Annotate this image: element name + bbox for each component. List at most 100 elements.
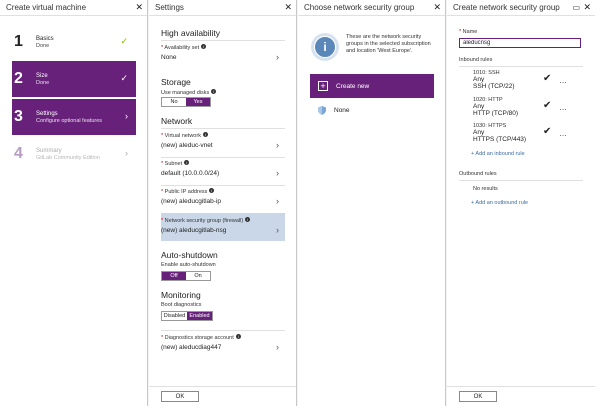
boot-diagnostics-label: Boot diagnostics bbox=[161, 302, 202, 308]
diagnostics-storage-field[interactable]: * Diagnostics storage account i (new) ale… bbox=[161, 334, 285, 358]
close-icon[interactable]: ✕ bbox=[284, 3, 292, 12]
section-storage: Storage bbox=[161, 77, 191, 87]
close-icon[interactable]: ✕ bbox=[135, 3, 143, 12]
step-status: Done bbox=[36, 79, 50, 86]
add-outbound-rule-link[interactable]: + Add an outbound rule bbox=[471, 200, 528, 206]
field-value: (new) aleducdiag447 bbox=[161, 344, 222, 351]
auto-shutdown-toggle[interactable]: Off On bbox=[161, 271, 211, 281]
required-marker: * bbox=[161, 133, 164, 139]
step-size[interactable]: 2 Size Done ✓ bbox=[12, 61, 136, 97]
close-icon[interactable]: ✕ bbox=[583, 3, 591, 12]
create-new-label: Create new bbox=[336, 82, 370, 90]
divider bbox=[459, 66, 583, 67]
footer-bar: OK bbox=[149, 386, 296, 406]
step-settings[interactable]: 3 Settings Configure optional features › bbox=[12, 99, 136, 135]
blade-title: Settings bbox=[155, 3, 184, 12]
more-icon[interactable]: … bbox=[559, 76, 568, 85]
none-option[interactable]: None bbox=[310, 102, 434, 118]
step-number: 4 bbox=[14, 145, 23, 162]
info-icon: i bbox=[202, 132, 208, 137]
availability-set-field[interactable]: * Availability set i None › bbox=[161, 44, 285, 68]
chevron-right-icon: › bbox=[276, 140, 279, 150]
none-label: None bbox=[334, 106, 350, 114]
chevron-right-icon: › bbox=[125, 148, 128, 158]
required-marker: * bbox=[161, 218, 164, 224]
field-label: Subnet bbox=[164, 161, 183, 167]
blade-title: Create virtual machine bbox=[6, 3, 87, 12]
no-results-text: No results bbox=[473, 186, 498, 192]
public-ip-field[interactable]: * Public IP address i (new) aleducgitlab-… bbox=[161, 188, 285, 212]
footer-bar: OK bbox=[447, 386, 595, 406]
create-vm-blade: Create virtual machine ✕ 1 Basics Done ✓… bbox=[0, 0, 148, 406]
step-title: Summary bbox=[36, 147, 62, 154]
subnet-field[interactable]: * Subnet i default (10.0.0.0/24) › bbox=[161, 160, 285, 184]
settings-blade: Settings ✕ High availability * Availabil… bbox=[149, 0, 297, 406]
divider bbox=[161, 157, 285, 158]
section-auto-shutdown: Auto-shutdown bbox=[161, 250, 218, 260]
step-number: 1 bbox=[14, 33, 23, 50]
field-value: None bbox=[161, 54, 177, 61]
field-label: Network security group (firewall) bbox=[164, 218, 244, 224]
ok-button[interactable]: OK bbox=[161, 391, 199, 402]
toggle-yes[interactable]: Yes bbox=[186, 98, 210, 106]
field-value: (new) aleduc-vnet bbox=[161, 142, 213, 149]
maximize-icon[interactable]: ▭ bbox=[572, 3, 580, 12]
chevron-right-icon: › bbox=[276, 225, 279, 235]
blade-title: Choose network security group bbox=[304, 3, 415, 12]
blade-title: Create network security group bbox=[453, 3, 560, 12]
step-status: GitLab Community Edition bbox=[36, 154, 100, 161]
outbound-rules-label: Outbound rules bbox=[459, 171, 497, 177]
blade-header: Choose network security group ✕ bbox=[298, 0, 445, 16]
more-icon[interactable]: … bbox=[559, 129, 568, 138]
label-text: Name bbox=[462, 29, 478, 35]
toggle-off[interactable]: Off bbox=[162, 272, 186, 280]
section-network: Network bbox=[161, 116, 193, 126]
blade-header: Create virtual machine ✕ bbox=[0, 0, 147, 16]
checkmark-icon: ✔ bbox=[543, 126, 552, 137]
add-inbound-rule-link[interactable]: + Add an inbound rule bbox=[471, 151, 525, 157]
step-summary[interactable]: 4 Summary GitLab Community Edition › bbox=[12, 136, 136, 172]
more-icon[interactable]: … bbox=[559, 103, 568, 112]
info-icon: i bbox=[201, 44, 207, 49]
field-label: Availability set bbox=[164, 45, 200, 51]
info-icon: i bbox=[184, 160, 190, 165]
field-value: default (10.0.0.0/24) bbox=[161, 170, 220, 177]
field-value: (new) aleducgitlab-ip bbox=[161, 198, 221, 205]
close-icon[interactable]: ✕ bbox=[433, 3, 441, 12]
chevron-right-icon: › bbox=[276, 52, 279, 62]
step-basics[interactable]: 1 Basics Done ✓ bbox=[12, 24, 136, 60]
info-icon: i bbox=[209, 188, 215, 193]
toggle-on[interactable]: On bbox=[186, 272, 210, 280]
info-icon: i bbox=[211, 89, 217, 94]
step-title: Settings bbox=[36, 110, 58, 117]
boot-diagnostics-toggle[interactable]: Disabled Enabled bbox=[161, 311, 213, 321]
blade-header: Settings ✕ bbox=[149, 0, 296, 16]
nsg-info: i These are the network security groups … bbox=[310, 34, 434, 64]
toggle-disabled[interactable]: Disabled bbox=[162, 312, 187, 320]
field-value: (new) aleducgitlab-nsg bbox=[161, 227, 227, 234]
virtual-network-field[interactable]: * Virtual network i (new) aleduc-vnet › bbox=[161, 132, 285, 156]
create-nsg-blade: Create network security group ▭ ✕ * Name… bbox=[447, 0, 595, 406]
managed-disks-label: Use managed disks i bbox=[161, 89, 217, 96]
nsg-field[interactable]: * Network security group (firewall) i (ne… bbox=[161, 217, 285, 241]
divider bbox=[161, 330, 285, 331]
checkmark-icon: ✔ bbox=[543, 100, 552, 111]
field-label: Public IP address bbox=[164, 189, 208, 195]
create-new-button[interactable]: + Create new bbox=[310, 74, 434, 98]
step-title: Basics bbox=[36, 35, 54, 42]
auto-shutdown-label: Enable auto-shutdown bbox=[161, 262, 216, 268]
name-input[interactable] bbox=[459, 38, 581, 48]
chevron-right-icon: › bbox=[276, 342, 279, 352]
toggle-enabled[interactable]: Enabled bbox=[187, 312, 212, 320]
step-status: Done bbox=[36, 42, 50, 49]
info-icon: i bbox=[245, 217, 251, 222]
info-text: These are the network security groups in… bbox=[346, 34, 431, 54]
field-label: Diagnostics storage account bbox=[164, 335, 234, 341]
divider bbox=[161, 185, 285, 186]
checkmark-icon: ✓ bbox=[120, 36, 128, 46]
managed-disks-toggle[interactable]: No Yes bbox=[161, 97, 211, 107]
ok-button[interactable]: OK bbox=[459, 391, 497, 402]
chevron-right-icon: › bbox=[125, 111, 128, 121]
toggle-no[interactable]: No bbox=[162, 98, 186, 106]
step-title: Size bbox=[36, 72, 48, 79]
